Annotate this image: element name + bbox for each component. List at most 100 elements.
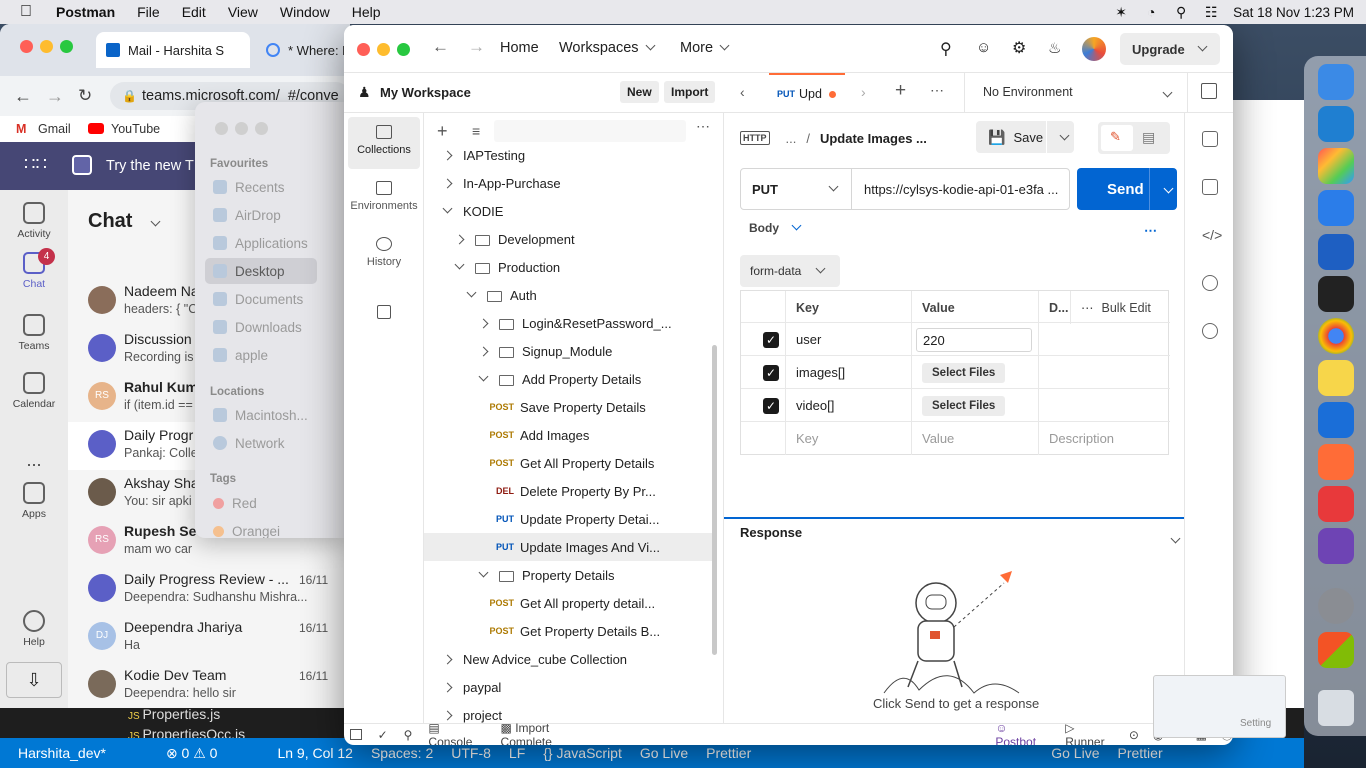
row-checkbox[interactable]: ✓ — [763, 331, 779, 348]
comments-icon[interactable]: ▤ — [1142, 129, 1155, 146]
url-input[interactable]: https://cylsys-kodie-api-01-e3fa ... — [864, 168, 1064, 210]
screenshot-thumbnail[interactable]: Setting — [1153, 675, 1286, 738]
chevron-left-icon[interactable]: ‹ — [740, 84, 745, 100]
chat-list-item[interactable]: Kodie Dev Team Deependra: hello sir 16/11 — [68, 662, 350, 710]
import-button[interactable]: Import — [664, 81, 716, 103]
nav-more[interactable]: More — [680, 40, 730, 56]
tab-options-icon[interactable]: ⋯ — [930, 82, 944, 99]
close-button[interactable] — [357, 43, 370, 56]
menu-view[interactable]: View — [228, 4, 258, 20]
tree-item[interactable]: paypal — [424, 673, 714, 701]
search-icon[interactable]: ⚲ — [404, 728, 413, 742]
console-button[interactable]: ▤ Console — [428, 721, 484, 746]
apple-icon[interactable]:  — [18, 3, 34, 21]
new-button[interactable]: New — [620, 81, 659, 103]
sidebar-item-environments[interactable]: Environments — [348, 173, 420, 225]
environment-quicklook-icon[interactable] — [1201, 83, 1217, 99]
menu-clock[interactable]: Sat 18 Nov 1:23 PM — [1233, 5, 1354, 20]
send-dropdown[interactable] — [1163, 183, 1174, 194]
nav-workspaces[interactable]: Workspaces — [559, 40, 655, 56]
tree-item[interactable]: POST Get All property detail... — [424, 589, 714, 617]
tree-item[interactable]: Login&ResetPassword_... — [424, 309, 714, 337]
go-live[interactable]: Go Live — [640, 745, 688, 761]
chevron-down-icon[interactable] — [150, 216, 161, 227]
reload-icon[interactable]: ↻ — [78, 86, 92, 106]
zoom-button[interactable] — [397, 43, 410, 56]
browser-tab-mail[interactable]: Mail - Harshita S — [96, 32, 250, 68]
prettier[interactable]: Prettier — [706, 745, 751, 761]
save-button[interactable]: 💾 Save — [976, 121, 1046, 153]
menu-window[interactable]: Window — [280, 4, 330, 20]
finder-item[interactable]: AirDrop — [205, 202, 317, 228]
cursor-position[interactable]: Ln 9, Col 12 — [277, 745, 353, 761]
settings-dock-icon[interactable] — [1318, 588, 1354, 624]
row-checkbox[interactable]: ✓ — [763, 397, 779, 414]
chat-list-item[interactable]: Daily Progress Review - ... Deependra: Su… — [68, 566, 350, 614]
breadcrumb-parent[interactable]: ... — [786, 131, 797, 146]
rail-apps[interactable]: Apps — [0, 482, 68, 520]
bell-icon[interactable]: ♨ — [1048, 39, 1061, 57]
finder-item[interactable]: Documents — [205, 286, 317, 312]
tree-item[interactable]: Property Details — [424, 561, 714, 589]
rail-calendar[interactable]: Calendar — [0, 372, 68, 410]
forward-icon[interactable]: → — [46, 86, 64, 107]
workspace-name[interactable]: My Workspace — [380, 85, 471, 100]
anydesk-dock-icon[interactable] — [1318, 486, 1354, 522]
tree-item[interactable]: Development — [424, 225, 714, 253]
bookmark-gmail[interactable]: Gmail — [38, 122, 71, 136]
minimize-button[interactable] — [40, 40, 53, 53]
github-dock-icon[interactable] — [1318, 528, 1354, 564]
documentation-icon[interactable] — [1202, 131, 1218, 147]
tree-item[interactable]: PUT Update Property Detai... — [424, 505, 714, 533]
browser-tab-where[interactable]: * Where: E — [258, 32, 350, 68]
tree-item[interactable]: POST Save Property Details — [424, 393, 714, 421]
tree-item[interactable]: PUT Update Images And Vi... — [424, 533, 714, 561]
chat-list-item[interactable]: DJ Deependra Jhariya Ha 16/11 — [68, 614, 350, 662]
lightbulb-icon[interactable] — [1202, 275, 1218, 291]
forward-icon[interactable]: → — [468, 37, 485, 57]
body-tab[interactable]: Body — [749, 220, 802, 235]
finder-item[interactable]: Applications — [205, 230, 317, 256]
finder-tag-orange[interactable]: Orangei — [205, 518, 317, 538]
tab-request[interactable]: PUT Upd — [769, 73, 845, 113]
line-ending[interactable]: LF — [509, 745, 525, 761]
chevron-right-icon[interactable]: › — [861, 84, 866, 100]
postbot-button[interactable]: ☺ Postbot — [995, 721, 1049, 746]
key-cell[interactable]: video[] — [786, 389, 912, 422]
launchpad-dock-icon[interactable] — [1318, 148, 1354, 184]
filter-icon[interactable]: ≡ — [472, 123, 480, 139]
xcode-dock-icon[interactable] — [1318, 234, 1354, 270]
search-collections-input[interactable] — [494, 120, 686, 142]
chrome-dock-icon[interactable] — [1318, 318, 1354, 354]
tree-item[interactable]: Production — [424, 253, 714, 281]
key-cell[interactable]: images[] — [786, 356, 912, 389]
tree-item[interactable]: DEL Delete Property By Pr... — [424, 477, 714, 505]
download-icon[interactable]: ⇩ — [6, 662, 62, 698]
description-cell[interactable] — [1039, 356, 1170, 389]
bulk-edit-link[interactable]: ⋯ Bulk Edit — [1071, 291, 1170, 324]
row-checkbox[interactable]: ✓ — [763, 364, 779, 381]
vscode-file-1[interactable]: JS Properties.js — [128, 706, 220, 722]
send-button[interactable]: Send — [1077, 168, 1177, 210]
language-mode[interactable]: {} JavaScript — [543, 745, 622, 761]
tree-scrollbar[interactable] — [712, 345, 717, 655]
bookmark-youtube[interactable]: YouTube — [111, 122, 160, 136]
rail-chat[interactable]: Chat 4 — [0, 248, 68, 290]
gear-icon[interactable]: ⚙ — [1012, 38, 1026, 58]
trash-dock-icon[interactable] — [1318, 690, 1354, 726]
menu-edit[interactable]: Edit — [182, 4, 206, 20]
method-select[interactable]: PUT — [740, 168, 852, 210]
new-value-input[interactable]: Value — [912, 422, 1039, 455]
app-launcher-icon[interactable]: ∷∷ — [24, 154, 47, 175]
appstore-dock-icon[interactable] — [1318, 190, 1354, 226]
response-heading[interactable]: Response — [740, 525, 802, 540]
tree-item[interactable]: Add Property Details — [424, 365, 714, 393]
finder-tag-red[interactable]: Red — [205, 490, 317, 516]
menu-file[interactable]: File — [137, 4, 160, 20]
select-files-button[interactable]: Select Files — [922, 362, 1006, 383]
invite-icon[interactable]: ☺ — [976, 39, 991, 56]
response-divider[interactable] — [724, 517, 1184, 519]
value-input[interactable]: 220 — [916, 327, 1032, 352]
description-cell[interactable] — [1039, 389, 1170, 422]
body-options-icon[interactable]: ⋯ — [1144, 223, 1157, 239]
